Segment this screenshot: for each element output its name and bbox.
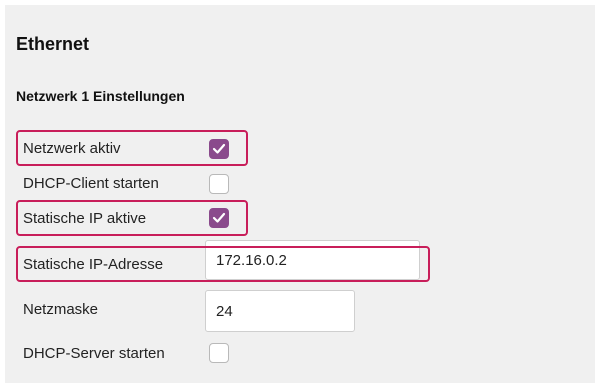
dhcp-server-label: DHCP-Server starten xyxy=(23,345,165,362)
network-active-checkbox[interactable] xyxy=(209,139,229,159)
static-ip-address-label: Statische IP-Adresse xyxy=(23,256,164,273)
static-ip-address-input[interactable] xyxy=(205,240,420,280)
network-1-settings-heading: Netzwerk 1 Einstellungen xyxy=(16,88,185,104)
dhcp-server-checkbox[interactable] xyxy=(209,343,229,363)
netmask-input[interactable] xyxy=(205,290,355,332)
checkmark-icon xyxy=(212,212,226,223)
network-active-label: Netzwerk aktiv xyxy=(23,140,121,157)
checkmark-icon xyxy=(212,143,226,154)
dhcp-client-label: DHCP-Client starten xyxy=(23,175,159,192)
netmask-label: Netzmaske xyxy=(23,301,99,318)
dhcp-client-checkbox[interactable] xyxy=(209,174,229,194)
static-ip-active-label: Statische IP aktive xyxy=(23,210,147,227)
static-ip-active-checkbox[interactable] xyxy=(209,208,229,228)
section-title: Ethernet xyxy=(16,34,90,54)
